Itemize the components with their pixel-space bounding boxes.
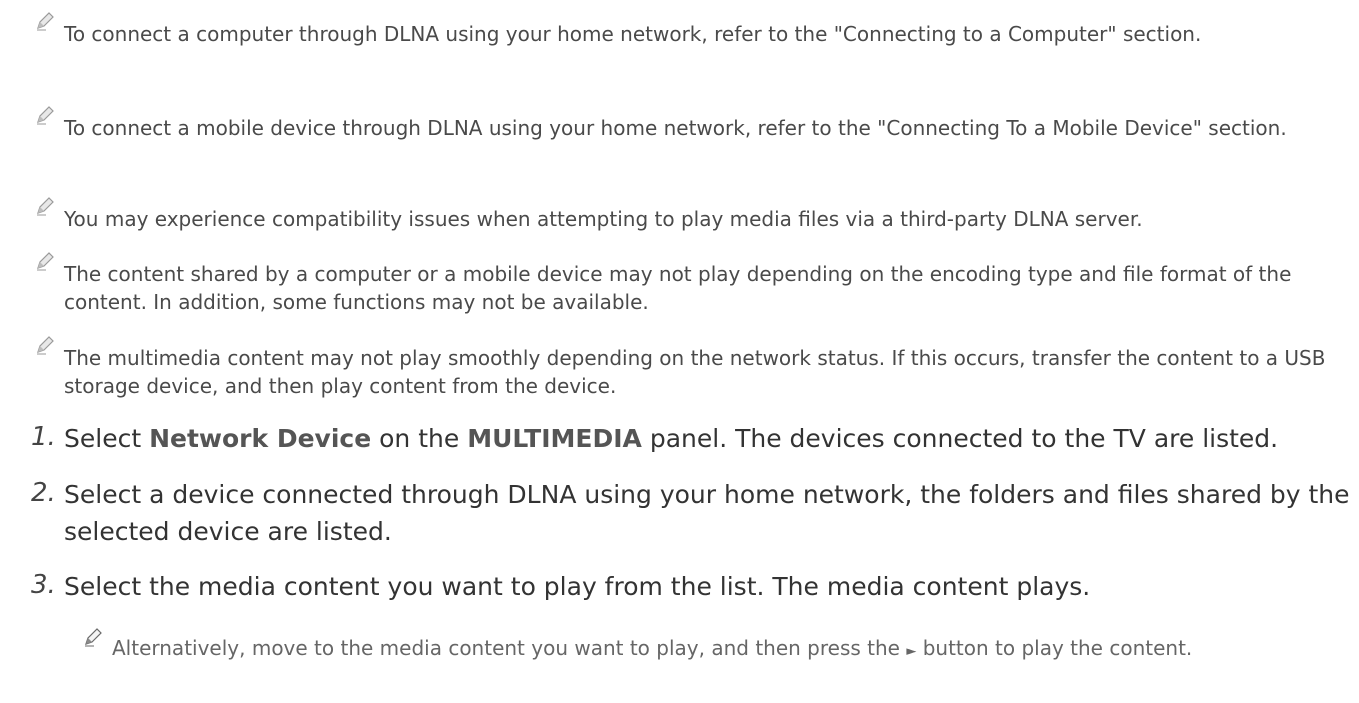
multimedia-label: MULTIMEDIA (467, 424, 642, 453)
pencil-note-icon (37, 252, 54, 271)
play-symbol-icon: ► (906, 644, 917, 659)
step-number: 2. (31, 478, 56, 508)
note-text: The content shared by a computer or a mo… (64, 262, 1292, 314)
step-text: Select the media content you want to pla… (64, 572, 1091, 601)
note-item: You may experience compatibility issues … (34, 195, 1334, 231)
step-number: 3. (31, 570, 56, 600)
note-item: The multimedia content may not play smoo… (34, 334, 1334, 398)
pencil-note-icon (37, 336, 54, 355)
step-text: Select a device connected through DLNA u… (64, 480, 1350, 546)
pencil-note-icon (85, 628, 102, 647)
pencil-note-icon (37, 12, 54, 31)
note-text: To connect a computer through DLNA using… (64, 22, 1202, 46)
pencil-note-icon (37, 197, 54, 216)
note-text: You may experience compatibility issues … (64, 207, 1143, 231)
note-item: The content shared by a computer or a mo… (34, 250, 1334, 314)
step-number: 1. (31, 422, 56, 452)
note-text: The multimedia content may not play smoo… (64, 346, 1326, 398)
note-item: To connect a computer through DLNA using… (34, 10, 1334, 46)
step-text: Select Network Device on the MULTIMEDIA … (64, 424, 1279, 453)
note-item: To connect a mobile device through DLNA … (34, 104, 1334, 140)
note-text: To connect a mobile device through DLNA … (64, 116, 1287, 140)
sub-note-text: Alternatively, move to the media content… (112, 636, 1193, 660)
network-device-label: Network Device (149, 424, 372, 453)
pencil-note-icon (37, 106, 54, 125)
manual-page: To connect a computer through DLNA using… (0, 0, 1359, 703)
